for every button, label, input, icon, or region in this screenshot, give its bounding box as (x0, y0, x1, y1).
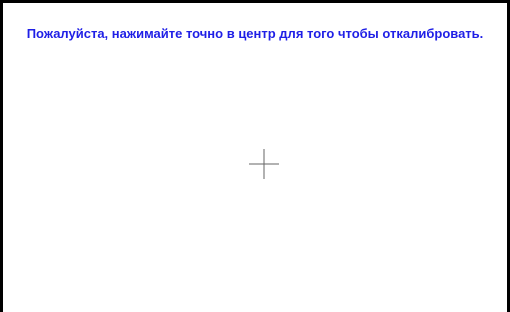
calibration-target[interactable] (249, 149, 279, 179)
crosshair-icon (249, 149, 279, 179)
calibration-instruction: Пожалуйста, нажимайте точно в центр для … (26, 26, 484, 41)
calibration-screen: Пожалуйста, нажимайте точно в центр для … (0, 0, 510, 312)
